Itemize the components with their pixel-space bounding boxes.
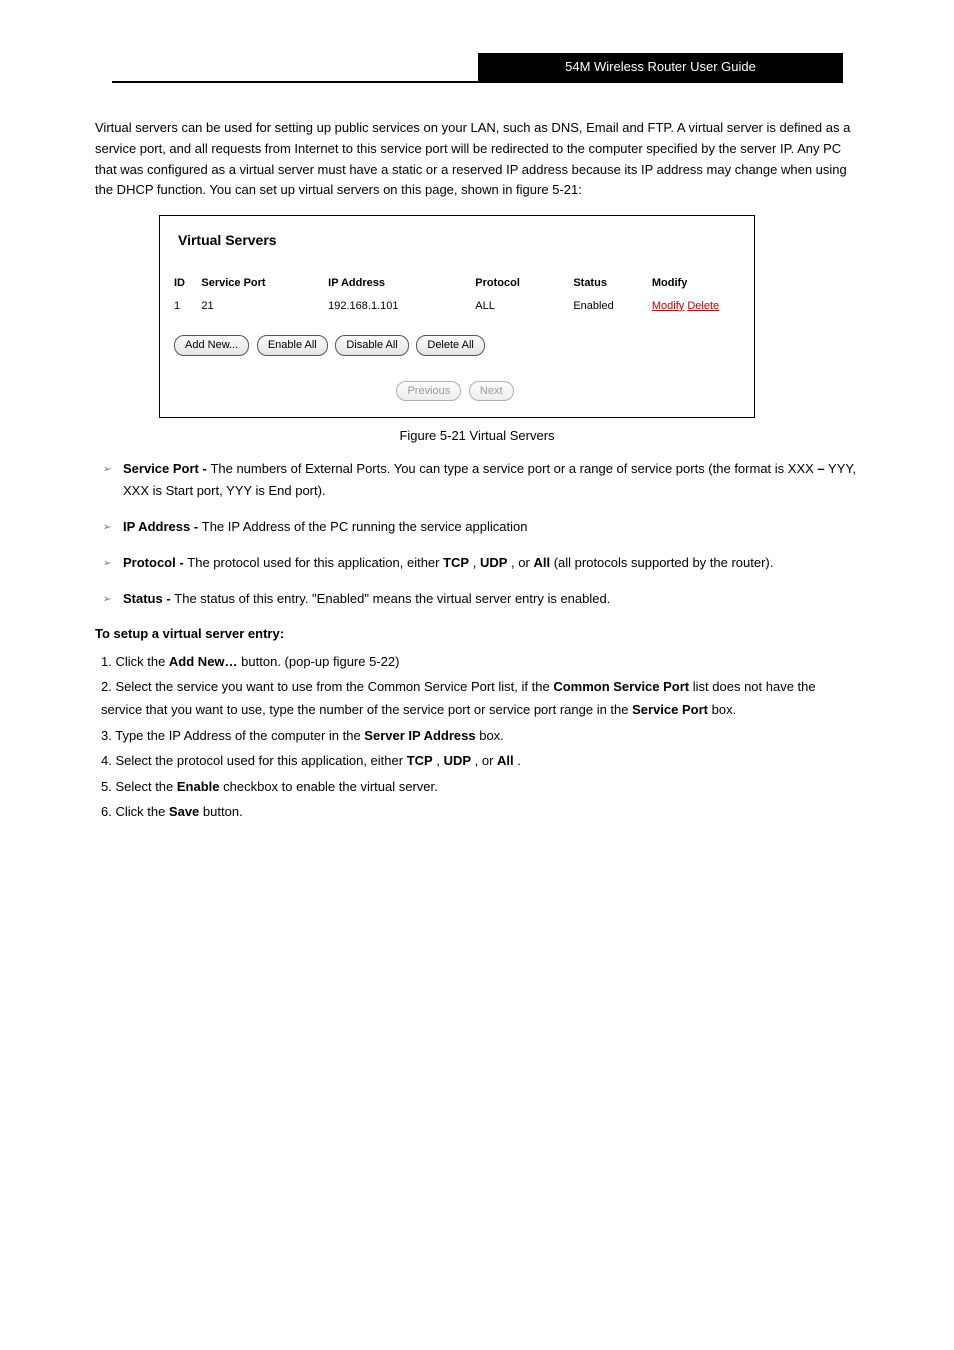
pagination-button-row: Previous Next — [174, 380, 740, 402]
th-ip-address: IP Address — [328, 275, 475, 298]
dash: – — [817, 461, 824, 476]
bullet-label: Status - — [123, 591, 174, 606]
th-id: ID — [174, 275, 201, 298]
steps-lead-label: To setup a virtual server entry: — [95, 626, 284, 641]
previous-button: Previous — [396, 381, 461, 402]
th-protocol: Protocol — [475, 275, 573, 298]
enable-all-button[interactable]: Enable All — [257, 335, 328, 356]
steps-list: 1. Click the Add New… button. (pop-up fi… — [101, 650, 859, 824]
table-header-row: ID Service Port IP Address Protocol Stat… — [174, 275, 740, 298]
bullet-marker-icon: ➢ — [103, 458, 123, 502]
th-service-port: Service Port — [201, 275, 328, 298]
bullet-marker-icon: ➢ — [103, 552, 123, 574]
bullet-marker-icon: ➢ — [103, 588, 123, 610]
delete-all-button[interactable]: Delete All — [416, 335, 484, 356]
bullet-protocol: ➢ Protocol - The protocol used for this … — [103, 552, 859, 574]
cell-service-port: 21 — [201, 298, 328, 329]
header-title: 54M Wireless Router User Guide — [565, 57, 756, 77]
bullet-ip-address: ➢ IP Address - The IP Address of the PC … — [103, 516, 859, 538]
modify-link[interactable]: Modify — [652, 300, 684, 312]
protocol-tcp: TCP — [443, 555, 469, 570]
step-5: 5. Select the Enable checkbox to enable … — [101, 775, 859, 798]
step-3: 3. Type the IP Address of the computer i… — [101, 724, 859, 747]
bullet-text: The numbers of External Ports. You can t… — [210, 461, 817, 476]
protocol-all: All — [533, 555, 550, 570]
bullet-status: ➢ Status - The status of this entry. "En… — [103, 588, 859, 610]
virtual-servers-table: ID Service Port IP Address Protocol Stat… — [174, 275, 740, 328]
cell-ip-address: 192.168.1.101 — [328, 298, 475, 329]
cell-protocol: ALL — [475, 298, 573, 329]
bullet-text: (all protocols supported by the router). — [554, 555, 774, 570]
virtual-servers-figure: Virtual Servers ID Service Port IP Addre… — [159, 215, 755, 418]
cell-id: 1 — [174, 298, 201, 329]
th-modify: Modify — [652, 275, 740, 298]
bullet-list: ➢ Service Port - The numbers of External… — [103, 458, 859, 610]
protocol-udp: UDP — [480, 555, 507, 570]
th-status: Status — [573, 275, 652, 298]
steps-lead: To setup a virtual server entry: — [95, 624, 859, 644]
bullet-label: Protocol - — [123, 555, 187, 570]
add-new-button[interactable]: Add New... — [174, 335, 249, 356]
bullet-service-port: ➢ Service Port - The numbers of External… — [103, 458, 859, 502]
disable-all-button[interactable]: Disable All — [335, 335, 408, 356]
step-4: 4. Select the protocol used for this app… — [101, 749, 859, 772]
figure-caption: Figure 5-21 Virtual Servers — [95, 426, 859, 446]
bullet-text: The IP Address of the PC running the ser… — [202, 519, 528, 534]
cell-modify: Modify Delete — [652, 298, 740, 329]
bullet-text: The protocol used for this application, … — [187, 555, 443, 570]
header-rule — [112, 81, 843, 83]
bullet-text: The status of this entry. "Enabled" mean… — [174, 591, 610, 606]
action-button-row: Add New... Enable All Disable All Delete… — [174, 334, 740, 356]
step-6: 6. Click the Save button. — [101, 800, 859, 823]
bullet-marker-icon: ➢ — [103, 516, 123, 538]
next-button: Next — [469, 381, 514, 402]
header-black-bar: 54M Wireless Router User Guide — [478, 53, 843, 81]
bullet-label: IP Address - — [123, 519, 202, 534]
intro-paragraph: Virtual servers can be used for setting … — [95, 118, 859, 201]
bullet-label: Service Port - — [123, 461, 210, 476]
delete-link[interactable]: Delete — [687, 300, 719, 312]
table-row: 1 21 192.168.1.101 ALL Enabled Modify De… — [174, 298, 740, 329]
step-1: 1. Click the Add New… button. (pop-up fi… — [101, 650, 859, 673]
figure-title: Virtual Servers — [174, 230, 740, 251]
step-2: 2. Select the service you want to use fr… — [101, 675, 859, 722]
cell-status: Enabled — [573, 298, 652, 329]
